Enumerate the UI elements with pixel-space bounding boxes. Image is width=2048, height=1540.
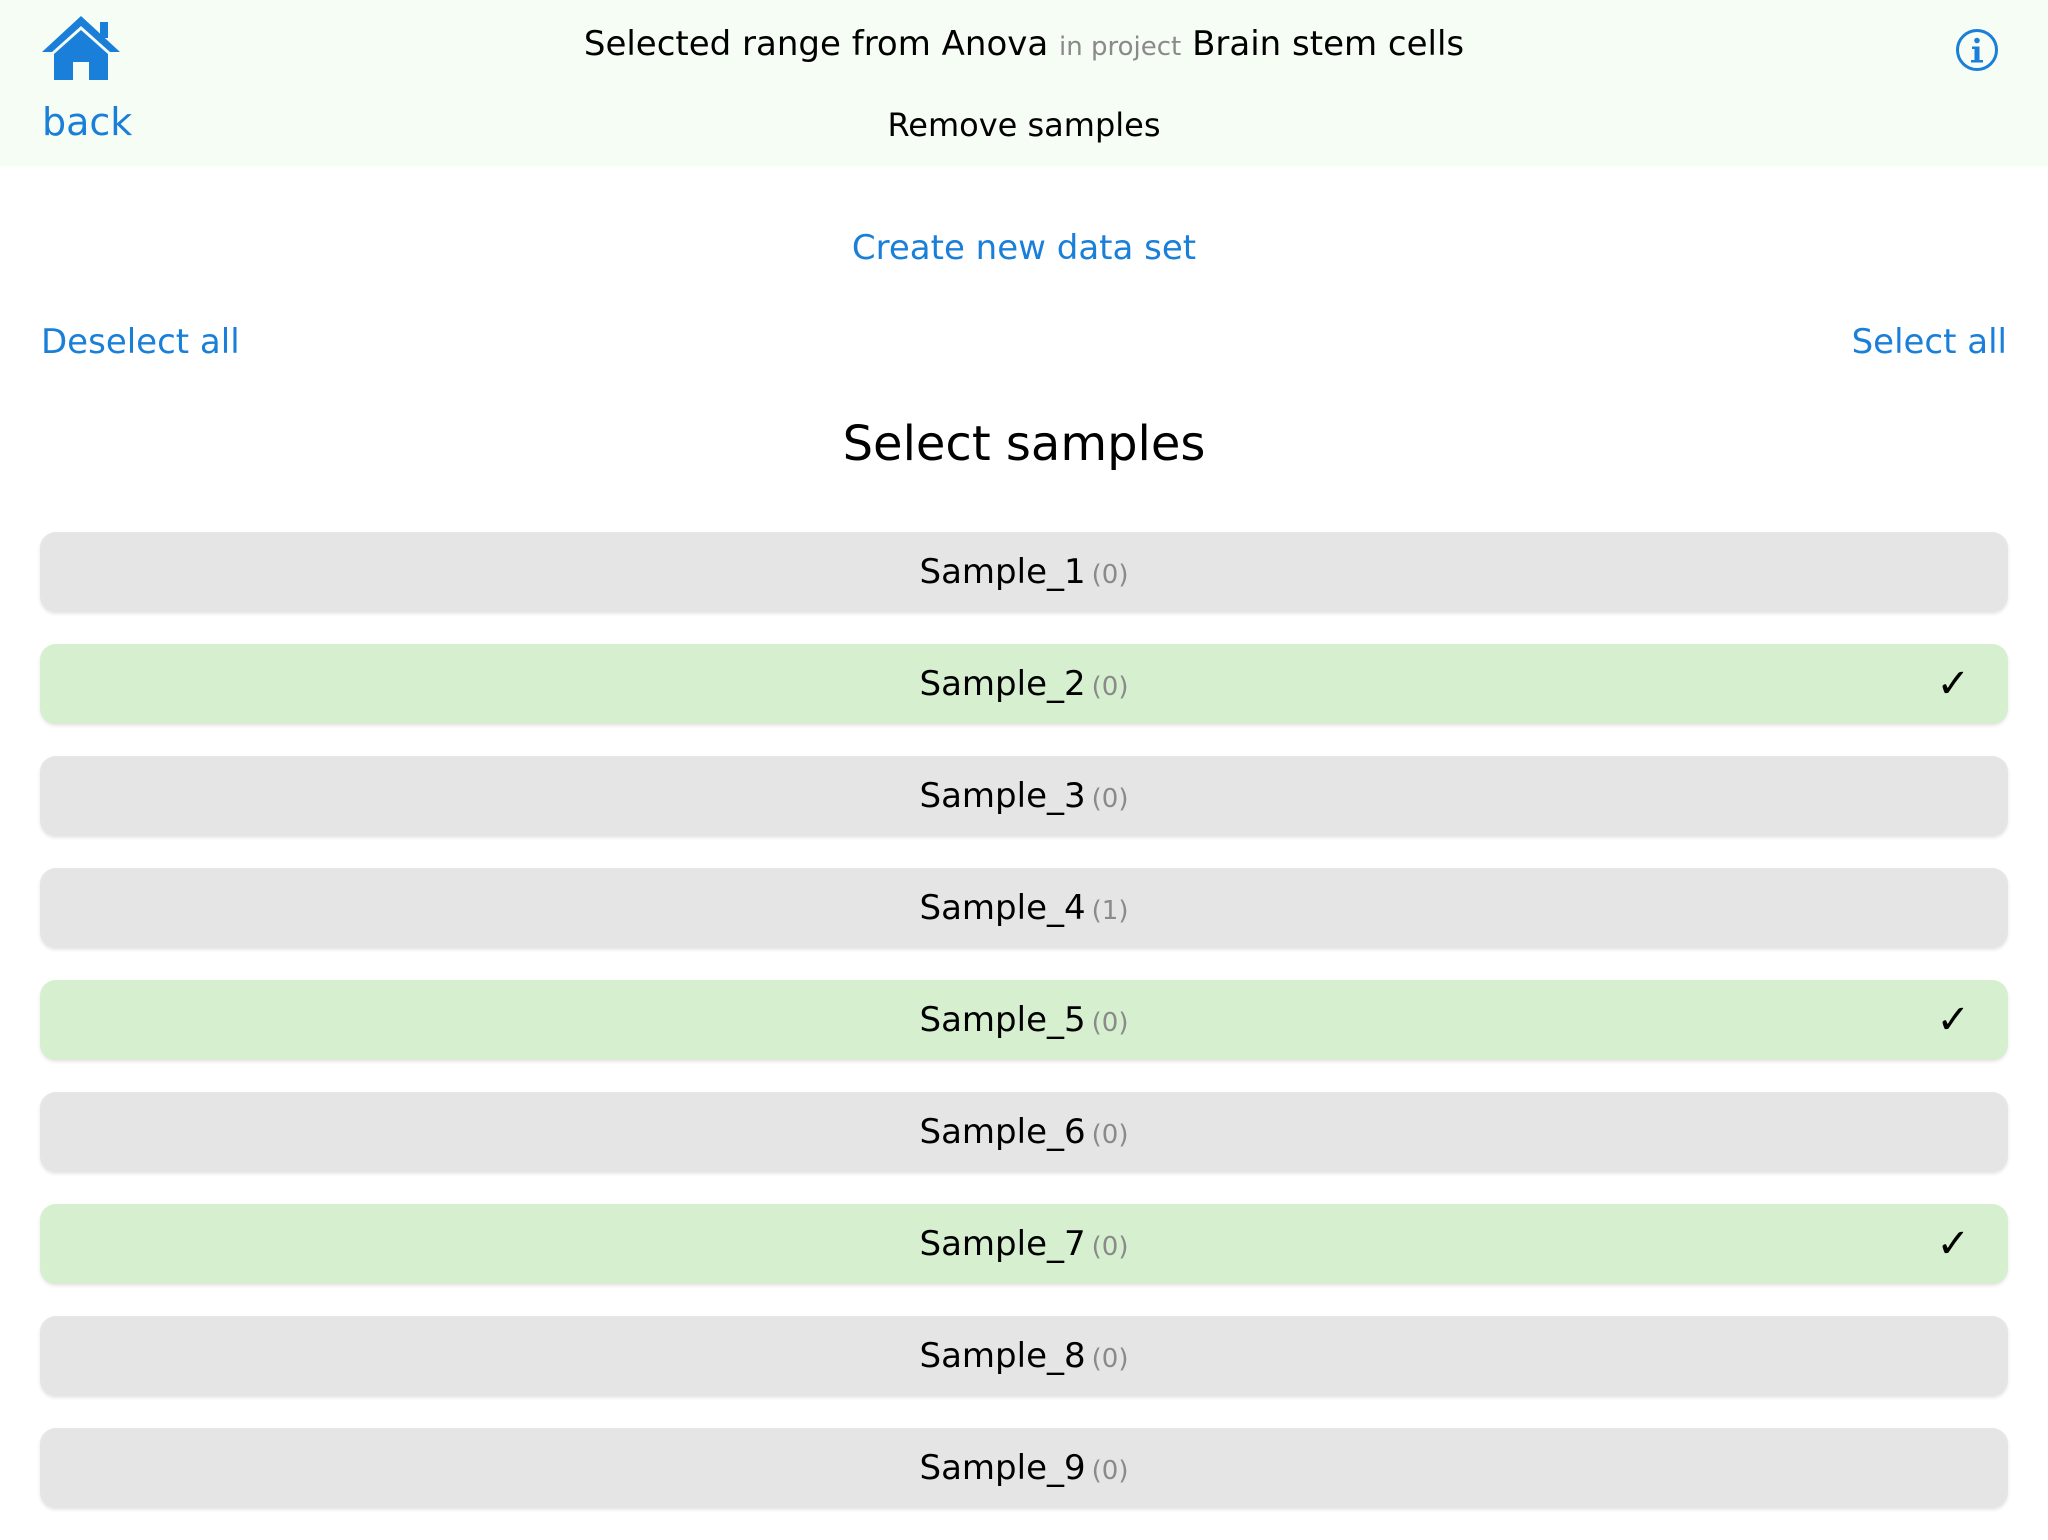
sample-count: (0) bbox=[1091, 1232, 1129, 1262]
sample-label: Sample_6 (0) bbox=[40, 1092, 2008, 1172]
sample-count: (0) bbox=[1091, 1344, 1129, 1374]
sample-row[interactable]: Sample_9 (0) bbox=[40, 1428, 2008, 1508]
page-title: Selected range from Anova in project Bra… bbox=[0, 24, 2048, 64]
sample-label: Sample_5 (0) bbox=[40, 980, 2008, 1060]
project-name: Brain stem cells bbox=[1192, 24, 1465, 64]
sample-row[interactable]: Sample_5 (0) ✓ bbox=[40, 980, 2008, 1060]
sample-name: Sample_6 bbox=[919, 1112, 1086, 1152]
sample-count: (0) bbox=[1091, 784, 1129, 814]
sample-label: Sample_1 (0) bbox=[40, 532, 2008, 612]
sample-row[interactable]: Sample_6 (0) bbox=[40, 1092, 2008, 1172]
section-title: Select samples bbox=[842, 416, 1206, 472]
create-dataset-row: Create new data set bbox=[0, 228, 2048, 268]
info-button[interactable] bbox=[1955, 28, 1999, 72]
sample-name: Sample_7 bbox=[919, 1224, 1086, 1264]
checkmark-icon: ✓ bbox=[1936, 661, 1970, 707]
sample-row[interactable]: Sample_7 (0) ✓ bbox=[40, 1204, 2008, 1284]
sample-count: (0) bbox=[1091, 560, 1129, 590]
top-bar: back Selected range from Anova in projec… bbox=[0, 0, 2048, 166]
sample-row[interactable]: Sample_3 (0) bbox=[40, 756, 2008, 836]
title-connector: in project bbox=[1059, 32, 1182, 62]
info-icon bbox=[1956, 29, 1998, 71]
sample-name: Sample_8 bbox=[919, 1336, 1086, 1376]
create-dataset-button[interactable]: Create new data set bbox=[852, 228, 1196, 268]
sample-name: Sample_4 bbox=[919, 888, 1086, 928]
sample-label: Sample_4 (1) bbox=[40, 868, 2008, 948]
sample-label: Sample_9 (0) bbox=[40, 1428, 2008, 1508]
sample-row[interactable]: Sample_4 (1) bbox=[40, 868, 2008, 948]
sample-count: (1) bbox=[1091, 896, 1129, 926]
deselect-all-button[interactable]: Deselect all bbox=[41, 322, 240, 362]
select-all-button[interactable]: Select all bbox=[1852, 322, 2007, 362]
sample-count: (0) bbox=[1091, 1456, 1129, 1486]
sample-name: Sample_9 bbox=[919, 1448, 1086, 1488]
sample-label: Sample_3 (0) bbox=[40, 756, 2008, 836]
sample-label: Sample_7 (0) bbox=[40, 1204, 2008, 1284]
sample-label: Sample_2 (0) bbox=[40, 644, 2008, 724]
sample-row[interactable]: Sample_1 (0) bbox=[40, 532, 2008, 612]
page-subtitle: Remove samples bbox=[887, 106, 1161, 144]
checkmark-icon: ✓ bbox=[1936, 997, 1970, 1043]
sample-row[interactable]: Sample_2 (0) ✓ bbox=[40, 644, 2008, 724]
sample-count: (0) bbox=[1091, 1008, 1129, 1038]
sample-row[interactable]: Sample_8 (0) bbox=[40, 1316, 2008, 1396]
sample-count: (0) bbox=[1091, 672, 1129, 702]
sample-count: (0) bbox=[1091, 1120, 1129, 1150]
title-prefix: Selected range from Anova bbox=[583, 24, 1049, 64]
sample-list: Sample_1 (0) Sample_2 (0) ✓ Sample_3 (0) Sa… bbox=[40, 532, 2008, 1540]
sample-label: Sample_8 (0) bbox=[40, 1316, 2008, 1396]
sample-name: Sample_1 bbox=[919, 552, 1086, 592]
sample-name: Sample_2 bbox=[919, 664, 1086, 704]
sample-name: Sample_5 bbox=[919, 1000, 1086, 1040]
sample-name: Sample_3 bbox=[919, 776, 1086, 816]
checkmark-icon: ✓ bbox=[1936, 1221, 1970, 1267]
